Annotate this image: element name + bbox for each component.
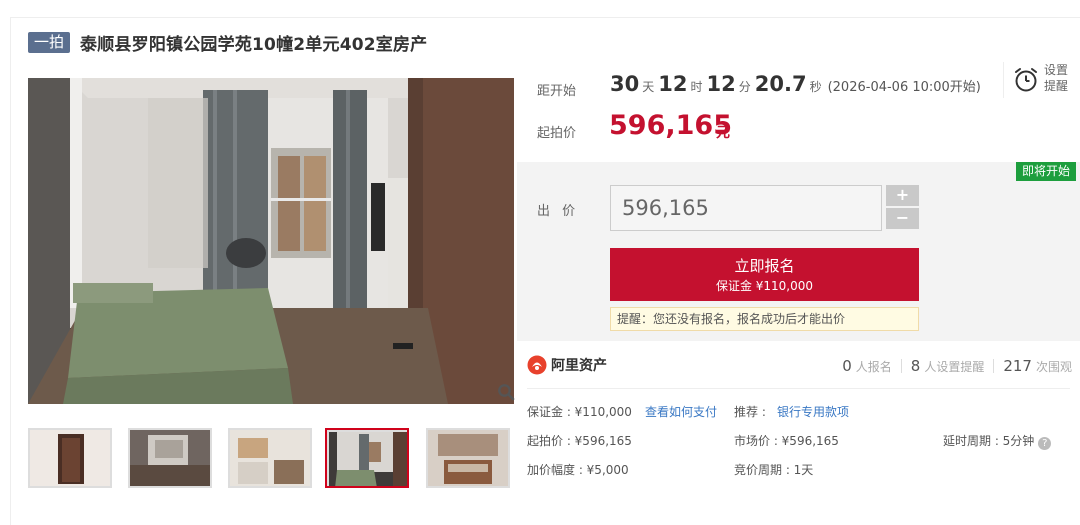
countdown-days-unit: 天 — [642, 80, 655, 94]
bedroom-photo-illustration — [28, 78, 514, 404]
signup-button-label: 立即报名 — [734, 257, 795, 275]
reminder-count: 8 — [910, 357, 921, 375]
stats-row: 阿里资产 0 人报名 8 人设置提醒 217 次围观 — [527, 352, 1072, 382]
delay-period-text: 延时周期 : 5分钟 — [943, 434, 1035, 448]
ali-logo-icon — [527, 355, 547, 375]
signup-button[interactable]: 立即报名 保证金 ¥110,000 — [610, 248, 919, 301]
countdown-seconds-unit: 秒 — [809, 80, 822, 94]
title-row: 一拍 泰顺县罗阳镇公园学苑10幢2单元402室房产 — [28, 31, 428, 55]
delay-period-info: 延时周期 : 5分钟? — [943, 432, 1052, 450]
stats-divider — [993, 359, 995, 373]
divider — [527, 388, 1070, 389]
question-icon[interactable]: ? — [1038, 437, 1052, 450]
thumbnail[interactable] — [28, 428, 112, 488]
stats-counts: 0 人报名 8 人设置提醒 217 次围观 — [842, 357, 1072, 375]
thumbnail-active[interactable] — [325, 428, 409, 488]
increase-price-button[interactable]: + — [886, 185, 919, 206]
auction-round-tag: 一拍 — [28, 31, 71, 53]
stats-divider — [900, 359, 902, 373]
signup-deposit-label: 保证金 ¥110,000 — [715, 279, 814, 293]
brand-logo[interactable]: 阿里资产 — [527, 355, 607, 375]
bid-price-input[interactable]: 596,165 — [610, 185, 882, 231]
bid-label: 出 价 — [537, 204, 580, 219]
search-icon[interactable] — [497, 383, 515, 401]
market-price-info: 市场价 : ¥596,165 — [734, 434, 839, 448]
countdown-minutes: 12 — [706, 72, 736, 96]
page-title: 泰顺县罗阳镇公园学苑10幢2单元402室房产 — [80, 34, 428, 55]
how-to-pay-link[interactable]: 查看如何支付 — [645, 403, 717, 420]
thumbnail[interactable] — [128, 428, 212, 488]
set-reminder-button[interactable]: 设置 提醒 — [1003, 62, 1080, 98]
brand-name: 阿里资产 — [551, 358, 607, 374]
countdown-hours-unit: 时 — [690, 80, 703, 94]
signup-tip: 提醒：您还没有报名，报名成功后才能出价 — [610, 307, 919, 331]
countdown-panel: 距开始 30 天 12 时 12 分 20.7 秒 (2026-04-06 10… — [517, 62, 1080, 162]
countdown-label: 距开始 — [537, 84, 577, 99]
status-badge: 即将开始 — [1015, 162, 1076, 181]
start-price-value: 596,165 — [609, 110, 732, 141]
thumbnail-strip — [28, 428, 514, 490]
alarm-clock-icon — [1015, 68, 1037, 92]
reminder-label-line1: 设置 — [1044, 63, 1069, 77]
view-count: 217 — [1003, 357, 1032, 375]
countdown-timer: 30 天 12 时 12 分 20.7 秒 (2026-04-06 10:00开… — [610, 72, 981, 96]
main-photo[interactable] — [28, 78, 514, 404]
reminder-label: 设置 提醒 — [1044, 62, 1068, 94]
signup-count-label: 人报名 — [855, 360, 892, 374]
start-price-unit: 元 — [716, 125, 730, 141]
countdown-minutes-unit: 分 — [738, 80, 751, 94]
bid-panel: 即将开始 出 价 596,165 + − 立即报名 保证金 ¥110,000 提… — [517, 162, 1080, 341]
start-price-label: 起拍价 — [537, 126, 577, 141]
countdown-seconds: 20.7 — [754, 72, 807, 96]
recommend-label: 推荐 : — [734, 405, 766, 419]
signup-count: 0 — [842, 357, 852, 375]
thumbnail[interactable] — [426, 428, 510, 488]
deposit-info: 保证金 : ¥110,000 — [527, 405, 632, 419]
reminder-count-label: 人设置提醒 — [924, 360, 985, 374]
increment-info: 加价幅度 : ¥5,000 — [527, 463, 629, 477]
start-price-info: 起拍价 : ¥596,165 — [527, 434, 632, 448]
decrease-price-button[interactable]: − — [886, 208, 919, 229]
thumbnail[interactable] — [228, 428, 312, 488]
countdown-days: 30 — [610, 72, 640, 96]
bank-payment-link[interactable]: 银行专用款项 — [777, 403, 849, 420]
start-time: (2026-04-06 10:00开始) — [827, 80, 981, 95]
countdown-hours: 12 — [658, 72, 688, 96]
view-count-label: 次围观 — [1035, 360, 1072, 374]
reminder-label-line2: 提醒 — [1044, 79, 1069, 93]
bidding-period-info: 竞价周期 : 1天 — [734, 463, 814, 477]
